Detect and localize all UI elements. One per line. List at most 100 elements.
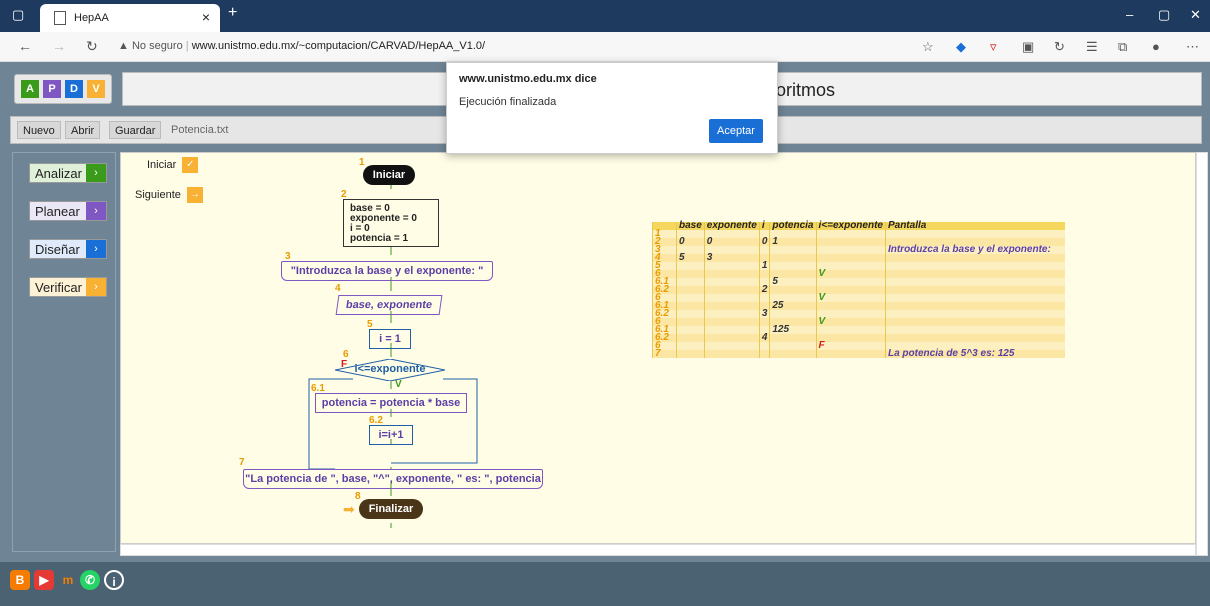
table-cell: [769, 310, 816, 318]
table-row: 6.1 5: [652, 277, 1066, 287]
table-cell: [884, 286, 1066, 294]
chevron-right-icon: ›: [86, 202, 106, 220]
favorite-icon[interactable]: ☆: [922, 39, 934, 55]
table-cell: [676, 342, 705, 350]
table-cell: La potencia de 5^3 es: 125: [884, 349, 1066, 359]
logo-a: A: [21, 80, 39, 98]
table-cell: [758, 318, 770, 326]
table-cell: [703, 230, 760, 238]
sidebar-item-label: Analizar: [35, 166, 82, 181]
close-tab-icon[interactable]: ×: [202, 9, 210, 25]
table-cell: [815, 334, 886, 342]
final-output-box: "La potencia de ", base, "^", exponente,…: [243, 469, 543, 489]
sidebar-item-disenar[interactable]: Diseñar ›: [29, 239, 107, 259]
table-cell: [884, 334, 1066, 342]
header-cell: potencia: [769, 221, 816, 231]
table-cell: [758, 246, 770, 254]
logo-p: P: [43, 80, 61, 98]
table-cell: [676, 350, 705, 358]
minimize-icon[interactable]: –: [1126, 7, 1133, 22]
table-cell: [884, 278, 1066, 286]
start-terminal: Iniciar: [363, 165, 415, 185]
info-icon[interactable]: i: [104, 570, 124, 590]
maximize-icon[interactable]: ▢: [1158, 7, 1170, 23]
table-cell: [703, 278, 760, 286]
extension2-icon[interactable]: ▣: [1022, 39, 1034, 55]
url-warning: No seguro: [131, 40, 183, 52]
table-cell: [884, 294, 1066, 302]
table-row: 6.2 2: [652, 285, 1066, 295]
table-cell: [703, 318, 760, 326]
close-window-icon[interactable]: ✕: [1190, 7, 1201, 23]
moodle-icon[interactable]: m: [58, 570, 78, 590]
table-cell: [676, 262, 705, 270]
blogger-icon[interactable]: B: [10, 570, 30, 590]
save-button[interactable]: Guardar: [109, 121, 162, 139]
table-cell: [703, 294, 760, 302]
sidebar-item-analizar[interactable]: Analizar ›: [29, 163, 107, 183]
pocket-icon[interactable]: ▿: [990, 39, 997, 55]
table-cell: [884, 270, 1066, 278]
table-cell: [769, 262, 816, 270]
more-icon[interactable]: ⋯: [1186, 39, 1199, 55]
sync-icon[interactable]: ↻: [1054, 39, 1065, 55]
table-cell: 5: [769, 277, 816, 287]
table-row: 6.1 125: [652, 325, 1066, 335]
table-cell: [769, 286, 816, 294]
vertical-scrollbar[interactable]: [1196, 152, 1208, 556]
table-cell: [884, 302, 1066, 310]
table-cell: 0: [758, 237, 770, 247]
table-cell: [676, 334, 705, 342]
sidebar-item-verificar[interactable]: Verificar ›: [29, 277, 107, 297]
new-tab-icon[interactable]: +: [228, 4, 237, 22]
footer-bar: B ▶ m ✆ i: [0, 562, 1210, 606]
table-cell: [676, 302, 705, 310]
header-cell: i: [758, 221, 770, 231]
table-cell: [815, 286, 886, 294]
chevron-right-icon: ›: [86, 164, 106, 182]
sidebar-item-label: Verificar: [35, 280, 82, 295]
refresh-icon[interactable]: ↻: [86, 38, 98, 55]
logo-v: V: [87, 80, 105, 98]
table-cell: [703, 326, 760, 334]
favorites-list-icon[interactable]: ☰: [1086, 39, 1098, 55]
back-icon[interactable]: ←: [18, 38, 32, 54]
open-button[interactable]: Abrir: [65, 121, 101, 139]
table-cell: V: [815, 269, 886, 279]
youtube-icon[interactable]: ▶: [34, 570, 54, 590]
sidebar: Analizar › Planear › Diseñar › Verificar…: [12, 152, 116, 552]
table-cell: F: [815, 341, 886, 351]
table-cell: [769, 246, 816, 254]
horizontal-scrollbar[interactable]: [120, 544, 1196, 556]
current-step-arrow-icon: ➡: [343, 501, 355, 517]
table-cell: 3: [703, 253, 760, 263]
table-row: 6V: [652, 317, 1066, 327]
new-button[interactable]: Nuevo: [17, 121, 61, 139]
profile-icon[interactable]: ●: [1152, 39, 1160, 54]
dialog-title: www.unistmo.edu.mx dice: [459, 73, 597, 85]
table-cell: [769, 342, 816, 350]
table-row: 453: [652, 253, 1066, 263]
whatsapp-icon[interactable]: ✆: [80, 570, 100, 590]
table-cell: [815, 262, 886, 270]
table-cell: [676, 278, 705, 286]
table-cell: [703, 270, 760, 278]
forward-icon[interactable]: →: [52, 38, 66, 54]
extension-icon[interactable]: ◆: [956, 39, 966, 55]
table-cell: [758, 270, 770, 278]
sidebar-item-planear[interactable]: Planear ›: [29, 201, 107, 221]
table-cell: [815, 350, 886, 358]
accept-button[interactable]: Aceptar: [709, 119, 763, 143]
table-cell: [815, 326, 886, 334]
alert-dialog: www.unistmo.edu.mx dice Ejecución finali…: [446, 62, 778, 154]
table-cell: [815, 238, 886, 246]
collections-icon[interactable]: ⧉: [1118, 39, 1127, 55]
table-cell: [676, 270, 705, 278]
tab-actions-icon[interactable]: ▢: [12, 7, 24, 23]
url-field[interactable]: ▲ No seguro | www.unistmo.edu.mx/~comput…: [118, 40, 485, 52]
address-bar: ← → ↻ ▲ No seguro | www.unistmo.edu.mx/~…: [0, 32, 1210, 62]
table-cell: 1: [769, 237, 816, 247]
browser-tab[interactable]: HepAA ×: [40, 4, 220, 32]
table-cell: [815, 278, 886, 286]
trace-table: base exponente i potencia i<=exponente P…: [652, 221, 1066, 359]
